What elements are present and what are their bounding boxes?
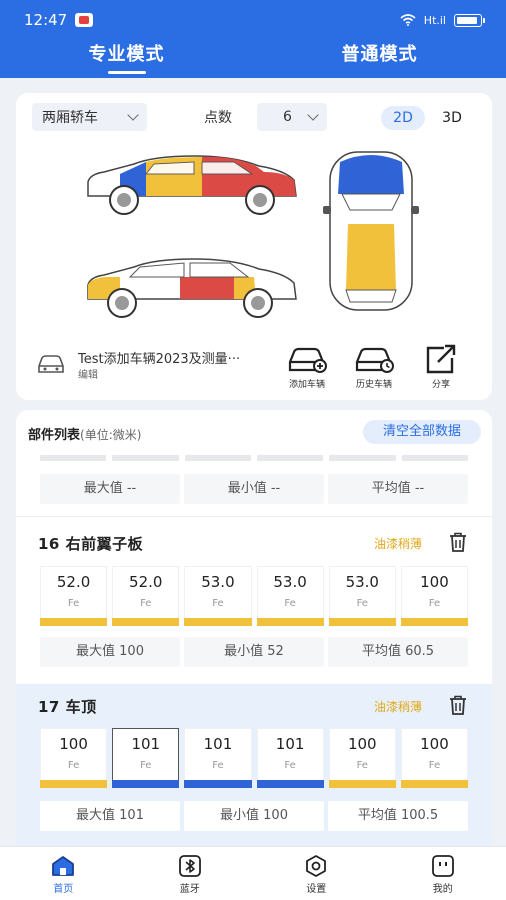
thickness-bar (112, 618, 180, 626)
avg-value: 平均值 100.5 (328, 801, 468, 831)
edit-link[interactable]: 编辑 (78, 366, 98, 381)
battery-icon (454, 13, 485, 27)
max-value: 最大值 100 (40, 637, 180, 667)
wifi-icon (400, 14, 416, 26)
chevron-down-icon (307, 109, 319, 121)
trash-icon (450, 532, 466, 552)
thickness-bar (184, 618, 252, 626)
part-stats: 最大值 101 最小值 100 平均值 100.5 (40, 801, 468, 831)
min-value: 最小值 52 (184, 637, 324, 667)
view-2d-toggle[interactable]: 2D (381, 106, 425, 130)
chevron-down-icon (127, 109, 139, 121)
thickness-bar (400, 780, 469, 788)
avg-value: 平均值 -- (328, 474, 468, 504)
thickness-bar (40, 618, 108, 626)
reading-cell[interactable]: 100 Fe (328, 728, 396, 788)
avg-value: 平均值 60.5 (328, 637, 468, 667)
thickness-bar (328, 618, 396, 626)
reading-cell[interactable]: 100 Fe (400, 566, 469, 626)
delete-part-button[interactable] (449, 532, 467, 552)
vehicle-info[interactable]: Test添加车辆2023及测量··· 编辑 (36, 346, 286, 382)
share-icon (426, 344, 456, 374)
car-right-side-diagram[interactable] (84, 152, 300, 216)
nav-bluetooth[interactable]: 蓝牙 (127, 847, 254, 900)
car-type-value: 两厢轿车 (42, 110, 98, 126)
tab-professional-mode[interactable]: 专业模式 (0, 40, 253, 76)
parts-list-title: 部件列表(单位:微米) (28, 428, 142, 443)
car-icon (38, 355, 64, 373)
add-vehicle-label: 添加车辆 (288, 380, 325, 390)
view-3d-toggle[interactable]: 3D (430, 106, 474, 130)
settings-icon (306, 855, 327, 877)
previous-readings-bars (40, 455, 468, 461)
part-stats: 最大值 100 最小值 52 平均值 60.5 (40, 637, 468, 667)
max-value: 最大值 101 (40, 801, 180, 831)
tab-normal-mode[interactable]: 普通模式 (253, 40, 506, 76)
share-button[interactable]: 分享 (411, 344, 471, 390)
thickness-bar (184, 780, 252, 788)
nav-home[interactable]: 首页 (0, 847, 127, 900)
nav-home-label: 首页 (53, 884, 74, 895)
reading-cell[interactable]: 100 Fe (400, 728, 469, 788)
points-select[interactable]: 6 (257, 103, 327, 131)
nav-settings[interactable]: 设置 (253, 847, 380, 900)
points-label: 点数 (204, 110, 232, 126)
reading-cell[interactable]: 100 Fe (40, 728, 108, 788)
paint-status-tag: 油漆稍薄 (374, 700, 423, 714)
share-label: 分享 (431, 380, 450, 390)
delete-part-button[interactable] (449, 695, 467, 715)
vehicle-name: Test添加车辆2023及测量··· (78, 352, 241, 367)
signal-icon: Ht.il (423, 13, 446, 27)
car-left-side-diagram[interactable] (84, 255, 300, 319)
trash-icon (450, 695, 466, 715)
nav-profile-label: 我的 (432, 884, 453, 895)
min-value: 最小值 -- (184, 474, 324, 504)
previous-part-stats: 最大值 -- 最小值 -- 平均值 -- (40, 474, 468, 504)
thickness-bar (112, 780, 180, 788)
bluetooth-icon (178, 855, 201, 877)
car-top-view-diagram[interactable] (322, 150, 420, 314)
reading-cell-selected[interactable]: 101 Fe (112, 728, 180, 788)
clear-all-button[interactable]: 清空全部数据 (363, 420, 481, 444)
nav-bluetooth-label: 蓝牙 (179, 884, 200, 895)
thickness-bar (400, 618, 469, 626)
reading-cell[interactable]: 101 Fe (256, 728, 324, 788)
mode-tabs: 专业模式 普通模式 (0, 40, 506, 76)
max-value: 最大值 -- (40, 474, 180, 504)
profile-icon (431, 855, 454, 877)
thickness-bar (256, 780, 324, 788)
status-time: 12:47 (24, 11, 68, 29)
nav-settings-label: 设置 (306, 884, 327, 895)
min-value: 最小值 100 (184, 801, 324, 831)
reading-cell[interactable]: 53.0 Fe (184, 566, 252, 626)
thickness-bar (40, 780, 108, 788)
part-readings: 100 Fe 101 Fe 101 Fe 101 Fe 100 Fe 100 Fe (40, 728, 469, 788)
reading-cell[interactable]: 52.0 Fe (40, 566, 108, 626)
reading-cell[interactable]: 53.0 Fe (328, 566, 396, 626)
car-type-select[interactable]: 两厢轿车 (32, 103, 147, 131)
history-vehicle-label: 历史车辆 (355, 380, 392, 390)
part-readings: 52.0 Fe 52.0 Fe 53.0 Fe 53.0 Fe 53.0 Fe 100 Fe (40, 566, 469, 626)
unit-label: (单位:微米) (80, 428, 142, 442)
status-bar: 12:47 Ht.il (24, 8, 485, 32)
reading-cell[interactable]: 101 Fe (184, 728, 252, 788)
part-title: 17 车顶 (38, 698, 97, 716)
app-notification-icon (75, 13, 94, 27)
bottom-navigation: 首页 蓝牙 设置 我的 (0, 846, 506, 900)
car-history-icon (355, 347, 394, 373)
thickness-bar (328, 780, 396, 788)
divider (16, 516, 492, 517)
thickness-bar (256, 618, 324, 626)
part-title: 16 右前翼子板 (38, 535, 144, 553)
home-icon (52, 856, 75, 876)
paint-status-tag: 油漆稍薄 (374, 537, 423, 551)
history-vehicle-button[interactable]: 历史车辆 (344, 344, 404, 390)
car-add-icon (288, 347, 327, 373)
reading-cell[interactable]: 53.0 Fe (256, 566, 324, 626)
points-value: 6 (283, 109, 292, 125)
app-header: 12:47 Ht.il 专业模式 普通模式 (0, 0, 506, 78)
add-vehicle-button[interactable]: 添加车辆 (277, 344, 337, 390)
reading-cell[interactable]: 52.0 Fe (112, 566, 180, 626)
nav-profile[interactable]: 我的 (380, 847, 506, 900)
